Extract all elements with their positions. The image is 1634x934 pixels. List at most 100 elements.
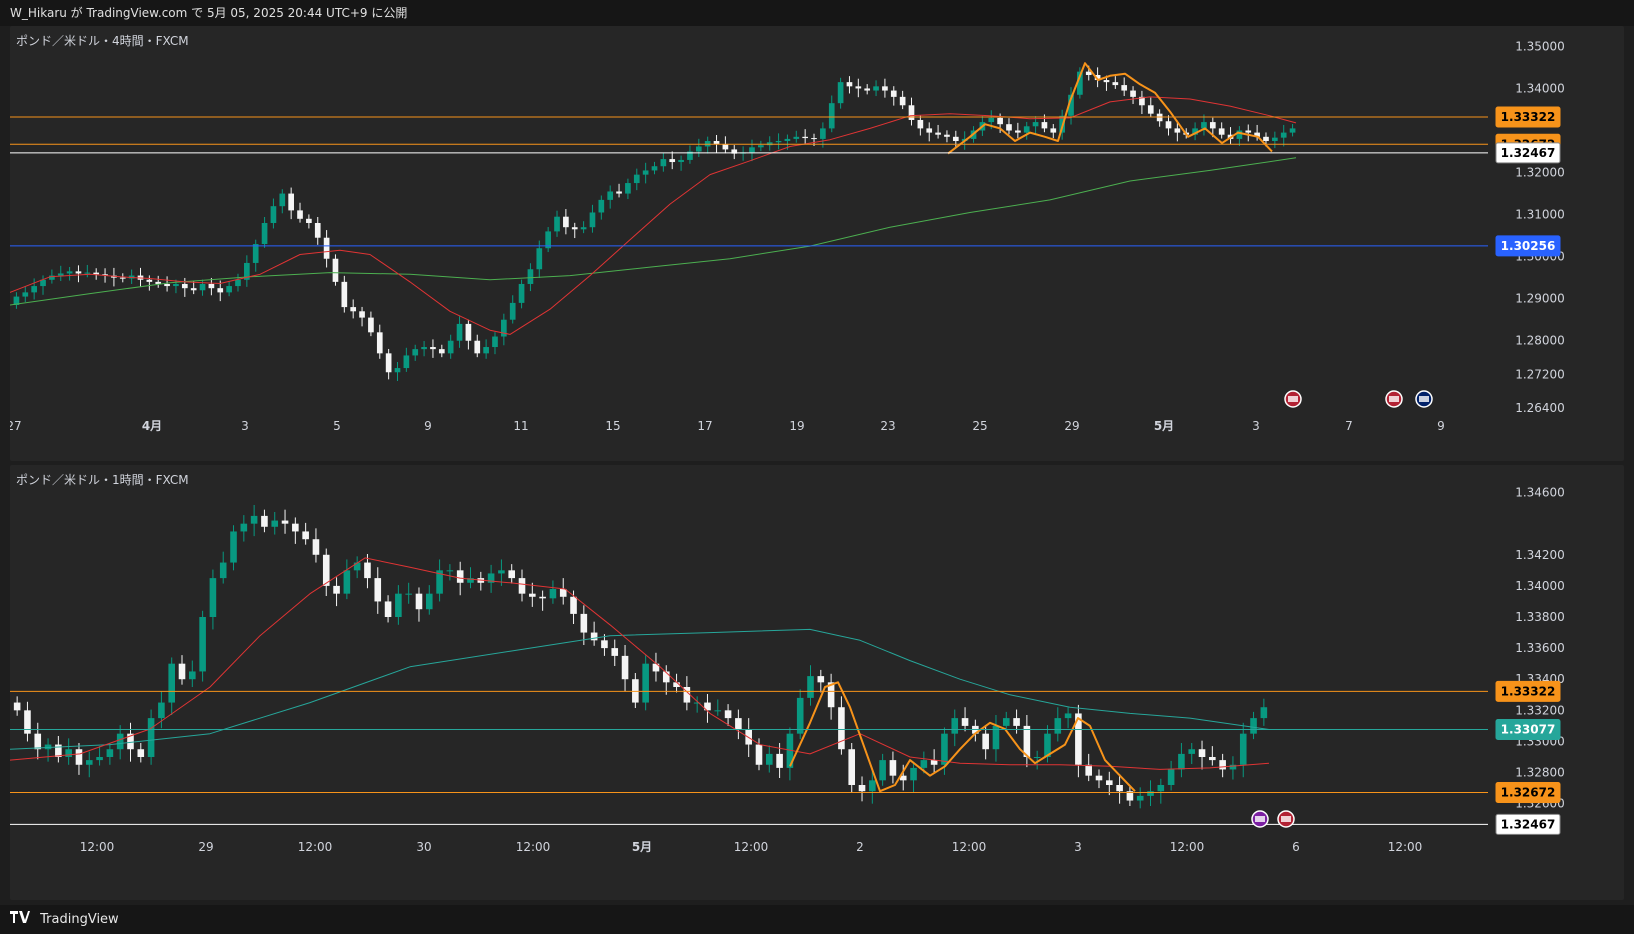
candle: [508, 564, 516, 584]
candle-body: [802, 136, 808, 139]
candle-body: [590, 632, 598, 641]
candle: [838, 696, 845, 755]
candle-body: [559, 589, 567, 597]
candle: [270, 198, 277, 229]
candle: [412, 344, 419, 361]
chart-pane-4h[interactable]: 1.35000 1.34000 1.32000 1.31000 1.30000 1.290…: [10, 26, 1624, 461]
footer-brand[interactable]: TradingView: [40, 912, 119, 927]
candle: [155, 275, 162, 288]
candle-body: [24, 710, 31, 734]
candle-body: [75, 749, 83, 765]
candle: [1209, 746, 1216, 766]
candle-body: [465, 323, 472, 341]
candle: [625, 178, 631, 200]
time-tick-label: 3: [1074, 840, 1082, 854]
candle-body: [944, 134, 950, 137]
candle: [235, 273, 241, 292]
uk-flag-icon-flag: [1419, 396, 1429, 402]
chart-1h-svg[interactable]: 1.346001.342001.340001.338001.336001.334…: [10, 465, 1624, 900]
time-tick-label: 4月: [142, 419, 162, 433]
chart-4h-svg[interactable]: 1.350001.340001.320001.310001.300001.290…: [10, 26, 1624, 461]
candle: [292, 517, 299, 544]
price-axis: 1.350001.340001.320001.310001.300001.290…: [1515, 39, 1565, 415]
candle: [855, 78, 862, 98]
candle-body: [1032, 122, 1039, 127]
candle: [616, 183, 622, 198]
candle: [775, 133, 782, 150]
candle: [1289, 124, 1296, 137]
candle-body: [889, 760, 897, 776]
candle-body: [633, 174, 640, 184]
candle: [1112, 76, 1119, 89]
candle: [704, 136, 711, 154]
candle: [374, 567, 382, 614]
candle-body: [302, 531, 309, 540]
candle-body: [935, 132, 941, 135]
candle-body: [438, 349, 445, 354]
candle-body: [147, 718, 155, 757]
candle-body: [332, 258, 339, 282]
time-tick-label: 30: [416, 840, 431, 854]
candle: [279, 189, 286, 214]
candle: [889, 751, 897, 784]
price-tick-label: 1.29000: [1515, 292, 1565, 306]
zigzag-line-orange: [947, 62, 1273, 155]
candle: [146, 275, 153, 291]
time-axis: 27 4月 3 5 9 11 15 17 19 23 25 29 5月 3 7 9: [10, 419, 1445, 433]
candle: [944, 130, 950, 143]
candle-body: [625, 183, 631, 194]
candle: [580, 221, 587, 234]
candle-body: [941, 733, 948, 765]
candle: [687, 145, 693, 164]
candle-body: [1236, 130, 1243, 139]
candle-body: [869, 780, 876, 792]
candle: [1013, 709, 1020, 734]
chart-pane-1h[interactable]: 1.34600 1.34200 1.34000 1.33800 1.33600 1.334…: [10, 465, 1624, 900]
candle: [509, 295, 516, 324]
candle: [731, 145, 738, 160]
candle-body: [208, 283, 215, 289]
candle-body: [695, 146, 702, 152]
candle-body: [1106, 780, 1113, 785]
time-tick-label: 12:00: [1388, 840, 1423, 854]
candle-body: [164, 283, 170, 287]
candle: [864, 84, 871, 95]
time-axis: 12:00 29 12:00 30 12:00 5月 12:00 2 12:00 3 12:00 6 1…: [80, 840, 1423, 854]
candle: [116, 725, 124, 760]
candle: [85, 751, 93, 778]
candle: [1085, 753, 1092, 782]
candle: [766, 136, 773, 151]
time-tick-label: 17: [697, 419, 712, 433]
candle: [1260, 698, 1268, 726]
tradingview-logo-icon[interactable]: [10, 905, 30, 934]
candle: [1139, 90, 1145, 115]
price-tick-label: 1.34000: [1515, 81, 1565, 95]
candle-body: [395, 593, 402, 617]
candle: [395, 585, 402, 625]
candle-body: [430, 347, 436, 350]
candle-body: [598, 199, 605, 213]
candle: [858, 776, 866, 802]
candle: [261, 216, 268, 248]
candle-body: [908, 105, 915, 120]
candle-body: [811, 138, 817, 140]
candle: [735, 709, 742, 740]
candle: [827, 673, 835, 720]
candle: [837, 77, 844, 109]
candle: [598, 195, 605, 220]
chart-title-4h: ポンド／米ドル・4時間・FXCM: [16, 34, 189, 48]
price-tag-label: 1.33322: [1501, 110, 1556, 124]
candle: [899, 90, 906, 110]
candle: [261, 509, 268, 533]
candle-body: [116, 733, 124, 750]
time-tick-label: 2: [856, 840, 864, 854]
event-icon: [1251, 810, 1269, 828]
candle: [137, 743, 145, 763]
chart-title-1h: ポンド／米ドル・1時間・FXCM: [16, 473, 189, 487]
candle-body: [837, 82, 844, 104]
candle-body: [796, 697, 804, 734]
candle-body: [137, 749, 145, 757]
candle: [244, 255, 250, 287]
candle-body: [1041, 122, 1048, 129]
candle: [563, 209, 569, 235]
